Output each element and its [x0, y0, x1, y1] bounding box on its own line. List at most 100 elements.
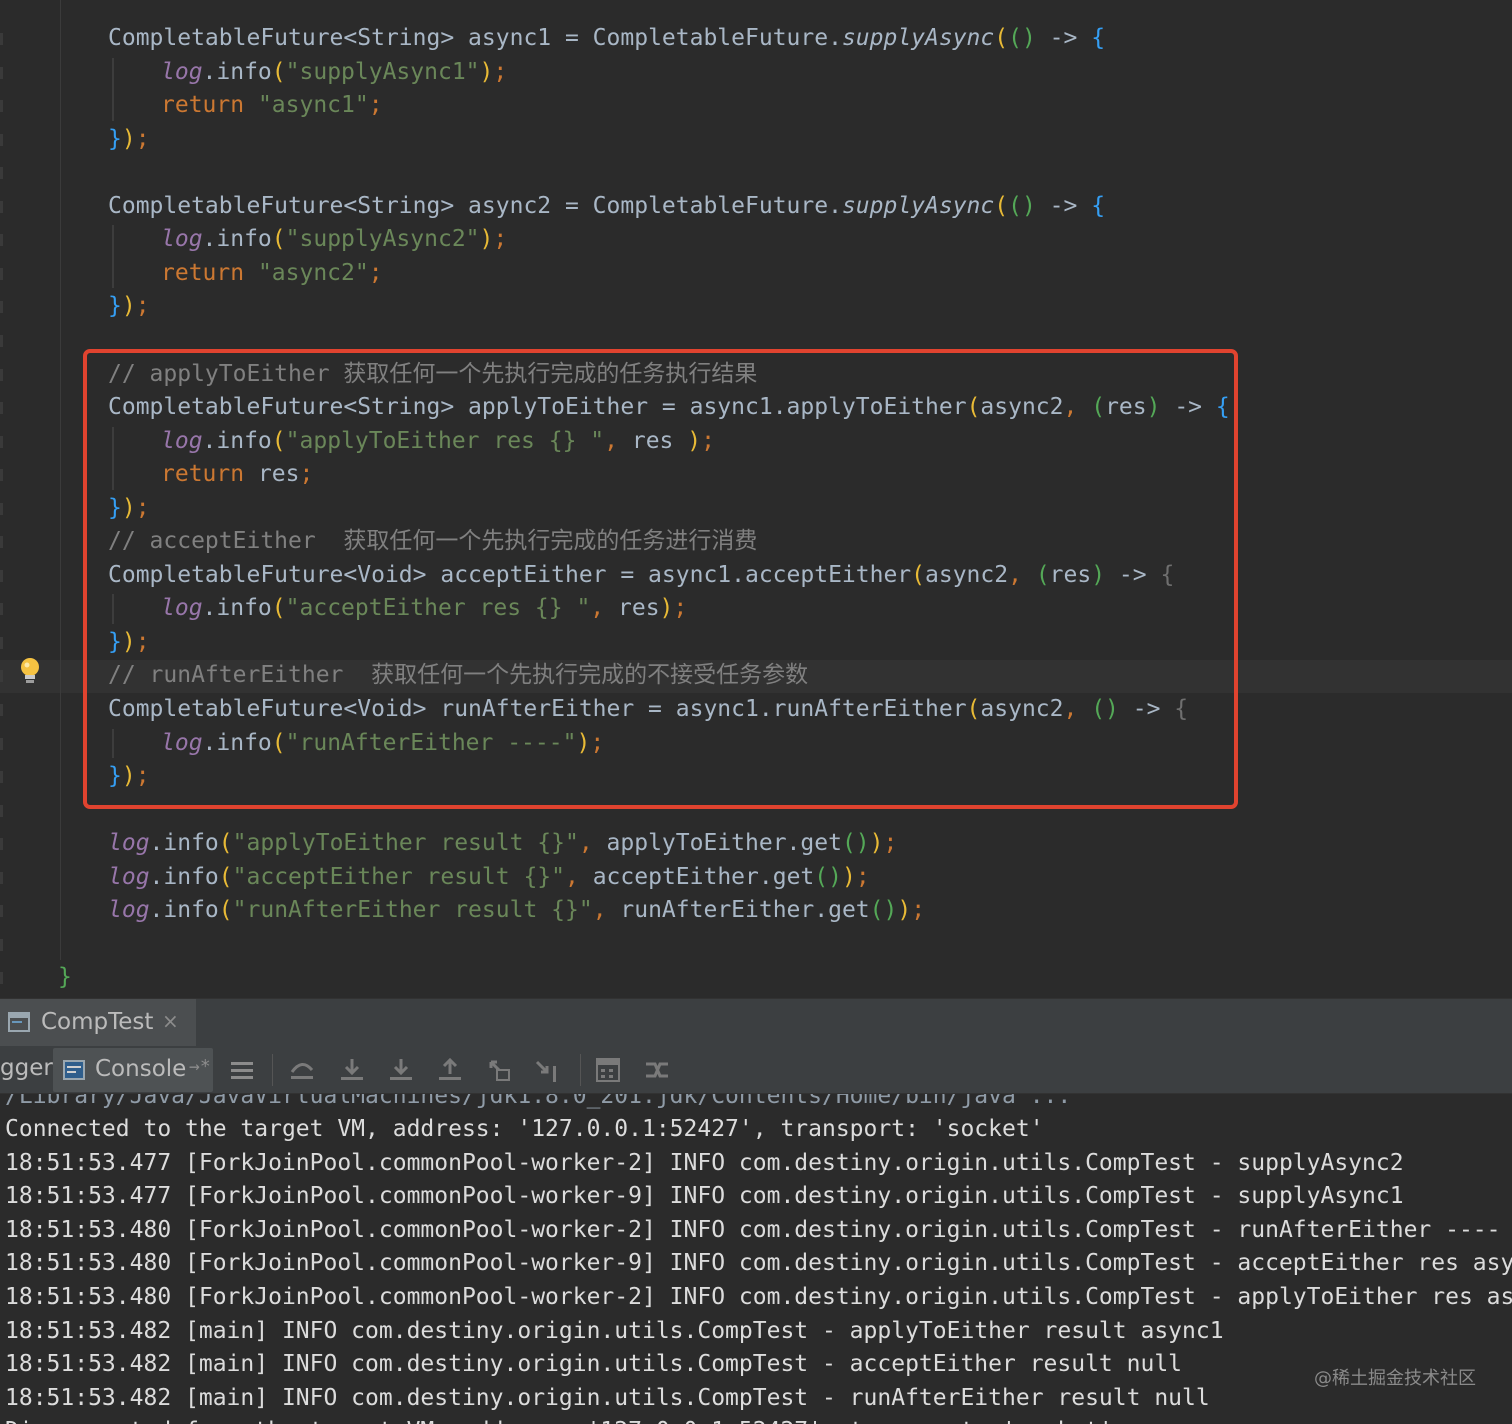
- gutter-marker: [0, 670, 3, 683]
- console-command-line: /Library/Java/JavaVirtualMachines/jdk1.8…: [5, 1094, 1072, 1109]
- code-token: log: [108, 830, 150, 857]
- run-tab-label: CompTest: [41, 1009, 154, 1035]
- gutter-marker: [0, 704, 3, 716]
- console-icon: [63, 1060, 85, 1080]
- code-token: "async2": [257, 259, 369, 286]
- indent-guide: [112, 225, 114, 289]
- code-token: ): [479, 226, 494, 253]
- code-token: .info: [149, 830, 219, 857]
- code-token: String: [357, 25, 441, 51]
- code-token: supplyAsync: [841, 192, 995, 219]
- gutter-marker: [0, 66, 3, 79]
- code-token: }: [58, 964, 72, 991]
- gutter-marker: [0, 267, 3, 280]
- gutter-marker: [0, 435, 3, 448]
- gutter-marker: [0, 200, 3, 213]
- code-token: log: [108, 897, 150, 924]
- code-token: .info: [149, 897, 219, 924]
- code-token: CompletableFuture: [108, 25, 344, 51]
- console-line: 18:51:53.480 [ForkJoinPool.commonPool-wo…: [5, 1250, 1512, 1277]
- gutter-marker: [0, 334, 3, 347]
- console-line: 18:51:53.477 [ForkJoinPool.commonPool-wo…: [5, 1149, 1404, 1176]
- force-step-into-icon[interactable]: [387, 1056, 415, 1084]
- soft-wrap-icon[interactable]: [228, 1056, 256, 1084]
- code-token: ,: [578, 830, 607, 857]
- gutter-marker: [0, 33, 3, 45]
- indent-guide: [112, 57, 114, 121]
- step-out-icon[interactable]: [436, 1056, 464, 1084]
- tab-console[interactable]: Console →*: [53, 1048, 213, 1092]
- code-token: ;: [883, 830, 898, 857]
- code-line: log.info("supplyAsync2");: [161, 223, 507, 256]
- drop-frame-icon[interactable]: [485, 1056, 513, 1084]
- code-token: (: [271, 58, 286, 85]
- console-line: 18:51:53.477 [ForkJoinPool.commonPool-wo…: [5, 1183, 1404, 1210]
- gutter-marker: [0, 133, 3, 146]
- code-token: "async1": [257, 92, 369, 119]
- code-token: ;: [911, 897, 926, 924]
- code-token: ): [897, 897, 912, 924]
- gutter-marker: [0, 368, 3, 381]
- step-into-icon[interactable]: [338, 1056, 366, 1084]
- code-token: applyToEither.get: [606, 830, 842, 857]
- code-token: <: [343, 25, 358, 51]
- code-token: "supplyAsync1": [285, 58, 480, 85]
- code-token: ;: [855, 863, 870, 890]
- run-tab-comptest[interactable]: CompTest ×: [0, 999, 196, 1046]
- gutter-marker: [0, 771, 3, 784]
- code-token: log: [108, 863, 150, 890]
- gutter-marker: [0, 938, 3, 951]
- code-token: ->: [1035, 192, 1092, 219]
- code-token: > async1 = CompletableFuture.: [440, 25, 842, 51]
- code-token: CompletableFuture: [108, 192, 344, 219]
- trace-icon[interactable]: [643, 1056, 671, 1084]
- tab-debugger[interactable]: gger: [0, 1055, 53, 1081]
- code-token: ): [121, 125, 136, 152]
- code-token: "acceptEither result {}": [232, 863, 565, 890]
- code-token: ;: [368, 92, 383, 119]
- gutter-marker: [0, 469, 3, 482]
- code-line: CompletableFuture<String> async1 = Compl…: [108, 22, 1105, 55]
- gutter-marker: [0, 502, 3, 515]
- watermark: @稀土掘金技术社区: [1314, 1368, 1476, 1389]
- code-editor[interactable]: CompletableFuture<String> async1 = Compl…: [0, 0, 1512, 998]
- pin-tab-icon[interactable]: →*: [189, 1056, 211, 1077]
- code-token: .info: [202, 58, 272, 85]
- code-token: (: [218, 863, 233, 890]
- code-token: {: [1091, 25, 1106, 51]
- code-token: (: [994, 25, 1009, 51]
- code-line: log.info("applyToEither result {}", appl…: [108, 827, 897, 860]
- code-token: ;: [368, 259, 383, 286]
- run-to-cursor-icon[interactable]: [533, 1056, 561, 1084]
- code-token: return: [161, 259, 258, 286]
- code-token: ): [869, 830, 884, 857]
- code-token: log: [161, 226, 203, 253]
- code-token: }: [108, 125, 122, 152]
- code-line: return "async1";: [161, 89, 383, 122]
- code-line: return "async2";: [161, 257, 383, 290]
- code-token: ;: [135, 293, 150, 320]
- gutter-marker: [0, 234, 3, 247]
- code-token: supplyAsync: [841, 25, 995, 51]
- step-over-icon[interactable]: [288, 1056, 316, 1084]
- console-output[interactable]: /Library/Java/JavaVirtualMachines/jdk1.8…: [0, 1094, 1512, 1424]
- code-token: "applyToEither result {}": [232, 830, 579, 857]
- close-icon[interactable]: ×: [162, 1009, 179, 1033]
- code-token: log: [161, 58, 203, 85]
- code-token: ,: [592, 897, 621, 924]
- code-token: acceptEither.get: [592, 863, 815, 890]
- code-line: CompletableFuture<String> async2 = Compl…: [108, 190, 1105, 223]
- code-token: return: [161, 92, 258, 119]
- code-line: log.info("acceptEither result {}", accep…: [108, 861, 870, 894]
- code-token: ,: [565, 863, 593, 890]
- code-token: }: [108, 293, 122, 320]
- console-line: 18:51:53.482 [main] INFO com.destiny.ori…: [5, 1317, 1224, 1344]
- gutter-marker: [0, 737, 3, 750]
- code-token: > async2 = CompletableFuture.: [440, 192, 842, 219]
- console-line: Disconnected from the target VM, address…: [5, 1415, 1113, 1424]
- gutter-marker: [0, 905, 3, 918]
- lightbulb-icon[interactable]: [18, 656, 42, 686]
- code-token: (: [994, 192, 1009, 219]
- evaluate-icon[interactable]: [594, 1056, 622, 1084]
- toolbar-separator: [580, 1054, 581, 1086]
